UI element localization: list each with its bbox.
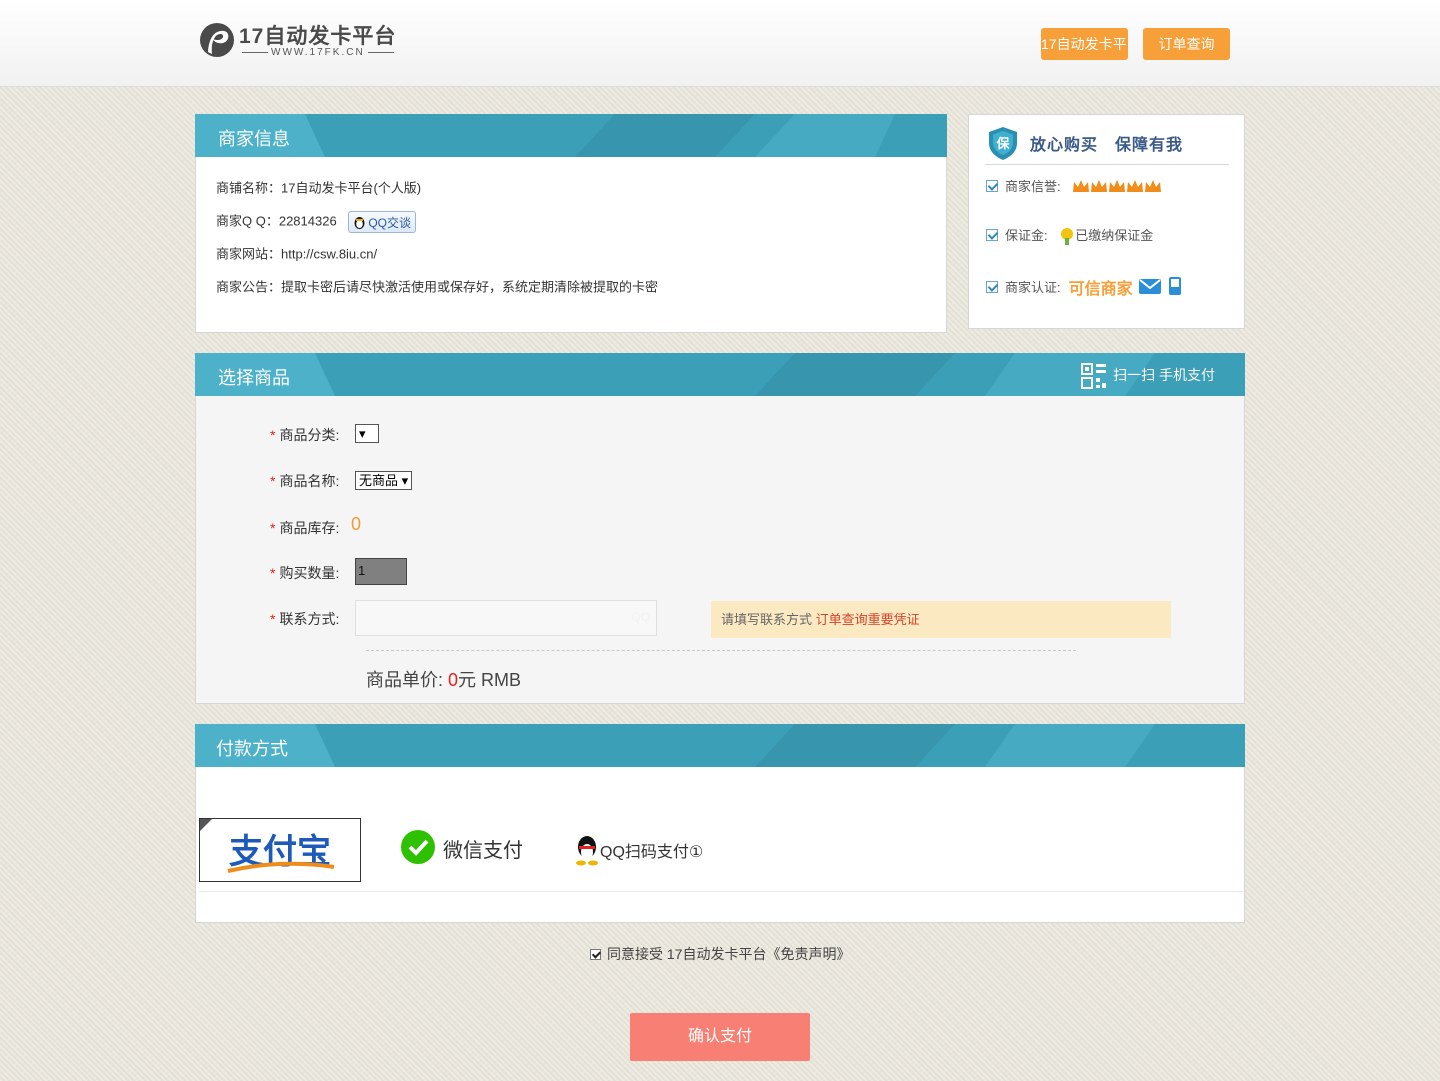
scan-pay-label: 扫一扫 手机支付	[1113, 367, 1215, 383]
deposit-label: 保证金:	[1005, 228, 1048, 243]
agree-checkbox[interactable]	[590, 949, 601, 960]
qr-code-icon	[1081, 363, 1107, 390]
agreement-text: 同意接受 17自动发卡平台《免责声明》	[607, 946, 851, 962]
unit-price-value: 0	[448, 670, 459, 690]
check-icon	[986, 229, 998, 241]
product-name-label: * 商品名称:	[270, 473, 340, 489]
deposit-value: 已缴纳保证金	[1075, 228, 1154, 243]
reputation-row: 商家信誉:	[986, 176, 1164, 195]
website-label: 商家网站：	[216, 246, 282, 262]
guarantee-panel: 保 放心购买 保障有我 商家信誉: 保证金: 已缴纳保证金 商家认证: 可信商家	[968, 114, 1245, 329]
agreement[interactable]: 同意接受 17自动发卡平台《免责声明》	[590, 944, 850, 964]
wechat-pay-option[interactable]: 微信支付	[399, 830, 523, 870]
qq-label: 商家Q Q：	[216, 213, 279, 229]
category-select[interactable]: ▾	[355, 424, 379, 443]
select-goods-header: 选择商品 扫一扫 手机支付	[195, 353, 1245, 396]
site-header: 17自动发卡平台 WWW.17FK.CN 17自动发卡平台 订单查询	[0, 0, 1440, 87]
site-logo[interactable]: 17自动发卡平台 WWW.17FK.CN	[199, 18, 399, 64]
payment-options: 支付宝 微信支付 QQ扫码支付①	[199, 818, 1243, 892]
guarantee-header: 保 放心购买 保障有我	[985, 125, 1229, 165]
wechat-pay-label: 微信支付	[443, 839, 523, 862]
website-row: 商家网站：http://csw.8iu.cn/	[216, 243, 658, 276]
contact-placeholder: QQ	[631, 610, 650, 624]
notice-label: 商家公告：	[216, 279, 282, 295]
qq-row: 商家Q Q：22814326 QQ交谈	[216, 210, 658, 243]
payment-header: 付款方式	[195, 724, 1245, 767]
penguin-icon	[353, 215, 366, 229]
merchant-info-title: 商家信息	[218, 129, 290, 149]
contact-input[interactable]: QQ	[355, 600, 657, 636]
shop-name-label: 商铺名称：	[216, 180, 282, 196]
stock-label: * 商品库存:	[270, 520, 340, 536]
divider	[366, 650, 1076, 651]
payment-panel: 付款方式 支付宝 微信支付 QQ扫码支付①	[195, 724, 1245, 923]
reputation-label: 商家信誉:	[1005, 179, 1061, 194]
platform-button[interactable]: 17自动发卡平台	[1041, 28, 1128, 60]
selected-corner	[200, 819, 212, 831]
qq-pay-option[interactable]: QQ扫码支付①	[574, 834, 703, 866]
check-icon	[986, 281, 998, 293]
header-decoration	[195, 114, 895, 157]
header-decoration	[195, 724, 1155, 767]
shield-icon: 保	[989, 127, 1017, 160]
stock-value: 0	[351, 514, 362, 534]
certification-label: 商家认证:	[1005, 280, 1061, 295]
quantity-label: * 购买数量:	[270, 565, 340, 581]
quantity-input[interactable]: 1	[355, 558, 407, 585]
certification-row: 商家认证: 可信商家	[986, 275, 1182, 299]
alipay-logo-icon: 支付宝	[227, 832, 335, 873]
product-name-select[interactable]: 无商品 ▾	[355, 471, 413, 490]
payment-title: 付款方式	[216, 739, 288, 759]
select-goods-panel: 选择商品 扫一扫 手机支付 * 商品分类: ▾ * 商品名称: 无商品 ▾ * 商品库…	[195, 353, 1245, 704]
shop-name-row: 商铺名称：17自动发卡平台(个人版)	[216, 177, 658, 210]
chevron-down-icon: ▾	[359, 426, 366, 441]
qq-penguin-icon	[576, 836, 598, 866]
phone-icon	[1168, 277, 1181, 295]
logo-mark-icon	[200, 23, 234, 57]
crown-rating-icon	[1073, 180, 1162, 192]
alipay-option[interactable]: 支付宝	[199, 818, 361, 882]
deposit-badge-icon	[1061, 228, 1074, 245]
contact-label: * 联系方式:	[270, 611, 340, 627]
select-goods-title: 选择商品	[218, 368, 290, 388]
check-icon	[986, 180, 998, 192]
website-link[interactable]: http://csw.8iu.cn/	[281, 247, 377, 262]
guarantee-title: 放心购买 保障有我	[1030, 137, 1184, 154]
merchant-info-panel: 商家信息 商铺名称：17自动发卡平台(个人版) 商家Q Q：22814326 Q…	[195, 114, 947, 333]
merchant-info-header: 商家信息	[195, 114, 947, 157]
confirm-pay-button[interactable]: 确认支付	[630, 1013, 810, 1061]
category-label: * 商品分类:	[270, 427, 340, 443]
qq-chat-label: QQ交谈	[368, 215, 411, 230]
scan-pay-link[interactable]: 扫一扫 手机支付	[1081, 360, 1215, 390]
deposit-row: 保证金: 已缴纳保证金	[986, 225, 1153, 245]
notice-text: 提取卡密后请尽快激活使用或保存好，系统定期清除被提取的卡密	[281, 279, 659, 295]
contact-tip: 请填写联系方式 订单查询重要凭证	[711, 601, 1171, 638]
qq-pay-label: QQ扫码支付①	[600, 844, 704, 861]
credible-merchant-badge: 可信商家	[1068, 281, 1133, 298]
qq-value: 22814326	[278, 213, 337, 229]
wechat-icon	[401, 830, 435, 864]
chevron-down-icon: ▾	[401, 473, 409, 488]
mail-icon	[1139, 279, 1162, 294]
order-query-button[interactable]: 订单查询	[1143, 28, 1230, 60]
logo-title: 17自动发卡平台	[239, 25, 397, 48]
shop-name-value: 17自动发卡平台(个人版)	[281, 180, 422, 196]
qq-chat-button[interactable]: QQ交谈	[348, 210, 416, 233]
shield-badge-char: 保	[995, 136, 1010, 152]
logo-subtitle: WWW.17FK.CN	[239, 47, 397, 58]
unit-price: 商品单价: 0元 RMB	[366, 670, 522, 690]
notice-row: 商家公告：提取卡密后请尽快激活使用或保存好，系统定期清除被提取的卡密	[216, 276, 658, 309]
